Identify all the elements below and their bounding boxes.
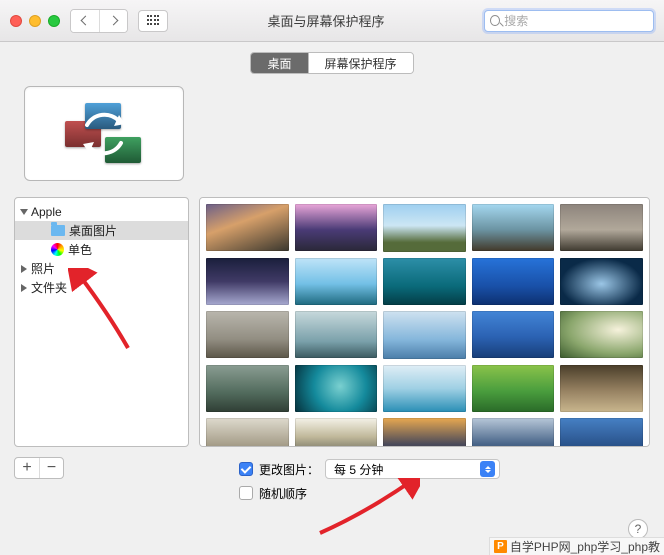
wallpaper-thumbnail[interactable] xyxy=(560,311,643,358)
wallpaper-thumbnail[interactable] xyxy=(383,204,466,252)
change-interval-value: 每 5 分钟 xyxy=(334,461,383,478)
window-title: 桌面与屏幕保护程序 xyxy=(178,11,474,30)
folder-icon xyxy=(51,225,65,236)
wallpaper-grid[interactable] xyxy=(199,197,650,447)
sidebar-item-desktop-pictures[interactable]: 桌面图片 xyxy=(15,221,188,240)
zoom-icon[interactable] xyxy=(48,15,60,27)
wallpaper-thumbnail[interactable] xyxy=(206,204,289,251)
sidebar-item-solid-colors[interactable]: 单色 xyxy=(15,240,188,259)
change-interval-select[interactable]: 每 5 分钟 xyxy=(325,459,500,479)
tab-screensaver[interactable]: 屏幕保护程序 xyxy=(308,53,413,73)
tab-desktop[interactable]: 桌面 xyxy=(251,53,307,73)
wallpaper-thumbnail[interactable] xyxy=(472,258,555,305)
forward-button[interactable] xyxy=(99,10,127,32)
wallpaper-thumbnail[interactable] xyxy=(472,365,555,412)
remove-button[interactable]: − xyxy=(39,458,63,478)
select-arrows-icon xyxy=(480,461,495,477)
wallpaper-thumbnail[interactable] xyxy=(295,311,378,358)
wallpaper-thumbnail[interactable] xyxy=(295,258,378,305)
wallpaper-thumbnail[interactable] xyxy=(206,311,289,358)
minimize-icon[interactable] xyxy=(29,15,41,27)
wallpaper-thumbnail[interactable] xyxy=(295,204,378,251)
sidebar-item-label: 文件夹 xyxy=(31,279,67,296)
show-all-button[interactable] xyxy=(138,10,168,32)
window-controls xyxy=(10,15,60,27)
wallpaper-thumbnail[interactable] xyxy=(560,258,643,305)
nav-back-forward xyxy=(70,9,128,33)
wallpaper-thumbnail[interactable] xyxy=(206,258,289,305)
change-picture-label: 更改图片： xyxy=(259,461,319,478)
logo-icon: P xyxy=(494,540,507,553)
wallpaper-thumbnail[interactable] xyxy=(295,418,378,447)
close-icon[interactable] xyxy=(10,15,22,27)
chevron-left-icon xyxy=(80,16,90,26)
current-wallpaper-preview xyxy=(24,86,184,181)
footer-text: 自学PHP网_php学习_php教 xyxy=(510,538,660,555)
content-area: 桌面 屏幕保护程序 Apple 桌面图片 单色 xyxy=(0,42,664,555)
source-sidebar[interactable]: Apple 桌面图片 单色 照片 文件夹 xyxy=(14,197,189,447)
wallpaper-thumbnail[interactable] xyxy=(472,204,555,251)
wallpaper-thumbnail[interactable] xyxy=(206,365,289,412)
wallpaper-thumbnail[interactable] xyxy=(206,418,289,447)
wallpaper-thumbnail[interactable] xyxy=(560,204,643,251)
tab-bar: 桌面 屏幕保护程序 xyxy=(14,52,650,74)
back-button[interactable] xyxy=(71,10,99,32)
sidebar-item-label: 照片 xyxy=(31,260,55,277)
wallpaper-thumbnail[interactable] xyxy=(560,418,643,447)
wallpaper-thumbnail[interactable] xyxy=(472,418,555,447)
disclosure-triangle-icon[interactable] xyxy=(20,209,28,215)
sidebar-item-photos[interactable]: 照片 xyxy=(15,259,188,278)
sidebar-item-apple[interactable]: Apple xyxy=(15,202,188,221)
disclosure-triangle-icon[interactable] xyxy=(21,265,27,273)
grid-icon xyxy=(147,15,159,27)
random-order-label: 随机顺序 xyxy=(259,485,307,502)
page-footer-watermark: P 自学PHP网_php学习_php教 xyxy=(489,537,664,555)
cycle-wallpaper-icon xyxy=(65,103,143,165)
wallpaper-thumbnail[interactable] xyxy=(560,365,643,412)
search-icon xyxy=(490,15,500,26)
sidebar-item-label: Apple xyxy=(31,205,62,219)
wallpaper-thumbnail[interactable] xyxy=(383,418,466,447)
add-remove-folder: + − xyxy=(14,457,64,479)
disclosure-triangle-icon[interactable] xyxy=(21,284,27,292)
titlebar: 桌面与屏幕保护程序 xyxy=(0,0,664,42)
sidebar-item-label: 单色 xyxy=(68,241,92,258)
sidebar-item-folders[interactable]: 文件夹 xyxy=(15,278,188,297)
colorwheel-icon xyxy=(51,243,64,256)
search-field[interactable] xyxy=(484,10,654,32)
wallpaper-thumbnail[interactable] xyxy=(472,311,555,358)
change-picture-checkbox[interactable] xyxy=(239,462,253,476)
sidebar-item-label: 桌面图片 xyxy=(69,222,117,239)
help-button[interactable]: ? xyxy=(628,519,648,539)
search-input[interactable] xyxy=(504,14,648,28)
chevron-right-icon xyxy=(109,16,119,26)
wallpaper-thumbnail[interactable] xyxy=(383,258,466,306)
add-button[interactable]: + xyxy=(15,458,39,478)
wallpaper-thumbnail[interactable] xyxy=(383,311,466,359)
wallpaper-thumbnail[interactable] xyxy=(295,365,378,412)
wallpaper-thumbnail[interactable] xyxy=(383,365,466,413)
random-order-checkbox[interactable] xyxy=(239,486,253,500)
